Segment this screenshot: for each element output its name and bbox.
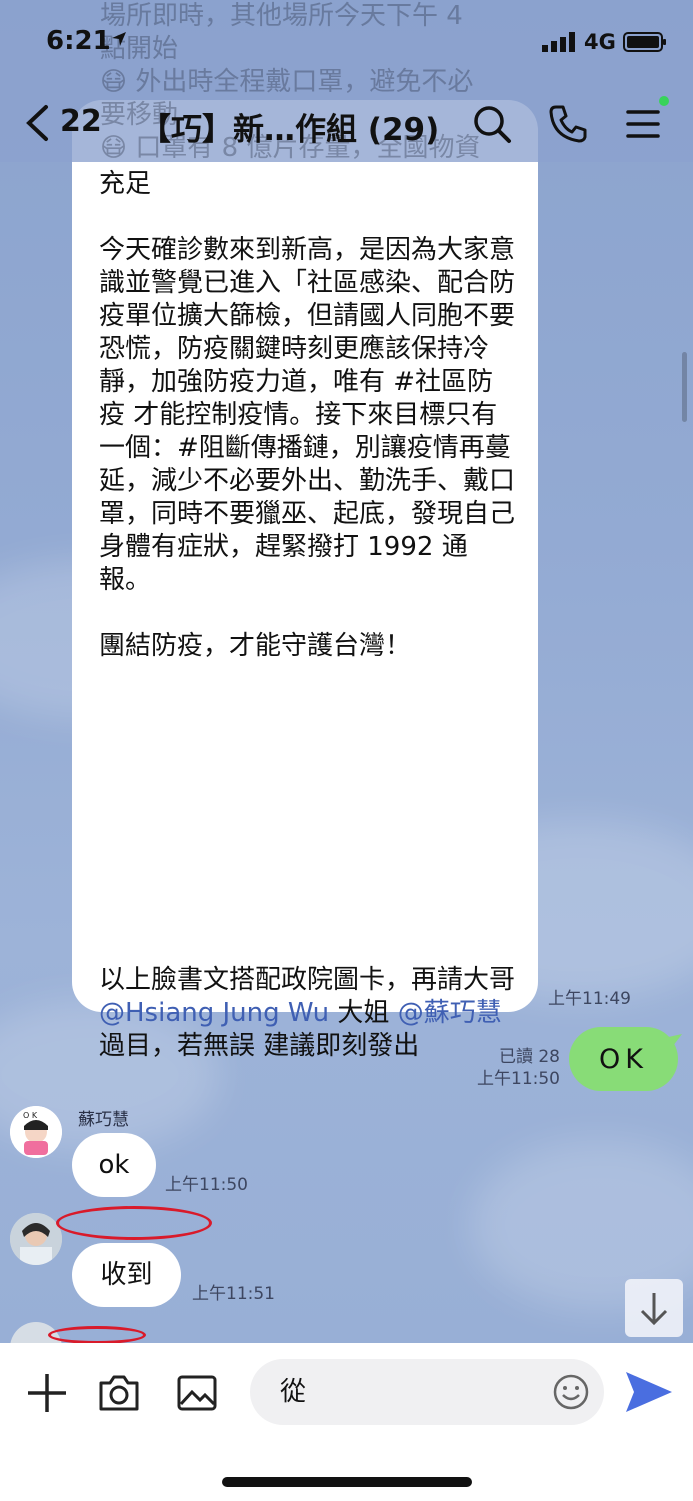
- bubble-tail: [664, 1034, 682, 1050]
- unread-count[interactable]: 22: [60, 104, 102, 139]
- my-message-bubble[interactable]: OK: [569, 1027, 678, 1091]
- avatar-sticker-icon: O K: [10, 1106, 62, 1158]
- message-time: 上午11:51: [192, 1284, 275, 1304]
- battery-icon: [623, 32, 666, 52]
- message-input[interactable]: 從: [250, 1359, 604, 1425]
- mention-link[interactable]: @Hsiang Jung Wu: [99, 998, 329, 1028]
- chat-title[interactable]: 【巧】新…作組 (29): [140, 104, 439, 149]
- avatar-photo-icon: [10, 1213, 62, 1265]
- redaction-mark: [56, 1206, 212, 1240]
- phone-icon[interactable]: [548, 104, 588, 144]
- arrow-down-icon: [640, 1293, 668, 1326]
- redaction-mark: [48, 1326, 146, 1344]
- message-time: 上午11:50: [477, 1069, 560, 1089]
- message-bubble[interactable]: ok: [72, 1133, 156, 1197]
- avatar[interactable]: [10, 1213, 62, 1265]
- notification-dot: [659, 96, 669, 106]
- message-body: 充足 今天確診數來到新高，是因為大家意識並警覺已進入「社區感染、配合防疫單位擴大…: [99, 169, 516, 661]
- send-icon[interactable]: [624, 1370, 674, 1414]
- search-icon[interactable]: [472, 104, 512, 144]
- message-time: 上午11:50: [165, 1175, 248, 1195]
- scroll-to-bottom-button[interactable]: [625, 1279, 683, 1337]
- svg-text:O K: O K: [23, 1111, 38, 1120]
- status-time: 6:21: [46, 26, 111, 56]
- plus-icon[interactable]: [26, 1372, 68, 1414]
- mention-link[interactable]: @蘇巧慧: [398, 998, 502, 1028]
- back-chevron-icon[interactable]: [24, 104, 52, 142]
- network-label: 4G: [584, 30, 616, 54]
- message-time: 上午11:49: [548, 989, 631, 1009]
- message-tail: 以上臉書文搭配政院圖卡，再請大哥 @Hsiang Jung Wu 大姐 @蘇巧慧…: [99, 965, 516, 1061]
- message-bubble[interactable]: 收到: [72, 1243, 181, 1307]
- location-arrow-icon: [112, 32, 126, 46]
- emoji-icon[interactable]: [552, 1373, 590, 1411]
- sender-name: 蘇巧慧: [78, 1110, 129, 1130]
- home-indicator: [222, 1477, 472, 1487]
- scrollbar[interactable]: [682, 352, 687, 422]
- camera-icon[interactable]: [98, 1372, 140, 1414]
- signal-icon: [542, 32, 575, 52]
- avatar[interactable]: O K: [10, 1106, 62, 1158]
- menu-icon[interactable]: [624, 104, 664, 144]
- message-bubble-long[interactable]: 充足 今天確診數來到新高，是因為大家意識並警覺已進入「社區感染、配合防疫單位擴大…: [72, 100, 538, 1061]
- image-icon[interactable]: [176, 1372, 218, 1414]
